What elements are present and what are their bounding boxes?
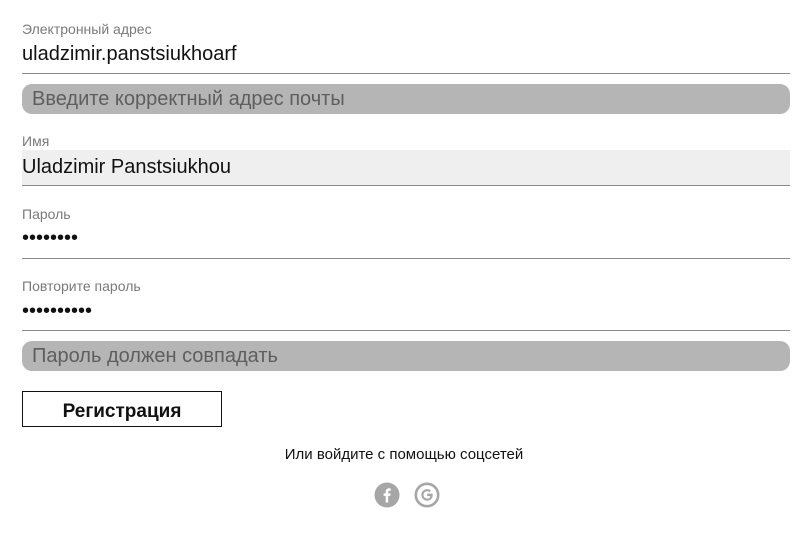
name-field-group: Имя Uladzimir Panstsiukhou <box>22 133 790 186</box>
email-input[interactable]: uladzimir.panstsiukhoarf <box>22 42 237 66</box>
password-repeat-label: Повторите пароль <box>22 278 141 294</box>
google-icon[interactable] <box>414 482 440 508</box>
name-label: Имя <box>22 133 50 149</box>
social-login-prompt: Или войдите с помощью соцсетей <box>284 446 524 463</box>
email-field-group: Электронный адрес uladzimir.panstsiukhoa… <box>22 21 790 74</box>
password-error-message: Пароль должен совпадать <box>22 341 790 371</box>
email-label: Электронный адрес <box>22 21 152 37</box>
password-repeat-field-group: Повторите пароль •••••••••• <box>22 278 790 331</box>
social-login-icons <box>374 482 440 508</box>
name-input[interactable]: Uladzimir Panstsiukhou <box>22 155 231 179</box>
register-button[interactable]: Регистрация <box>22 391 222 427</box>
email-error-message: Введите корректный адрес почты <box>22 84 790 114</box>
password-field-group: Пароль •••••••• <box>22 206 790 259</box>
facebook-icon[interactable] <box>374 482 400 508</box>
password-label: Пароль <box>22 206 71 222</box>
password-input[interactable]: •••••••• <box>22 226 78 250</box>
password-repeat-input[interactable]: •••••••••• <box>22 299 92 323</box>
